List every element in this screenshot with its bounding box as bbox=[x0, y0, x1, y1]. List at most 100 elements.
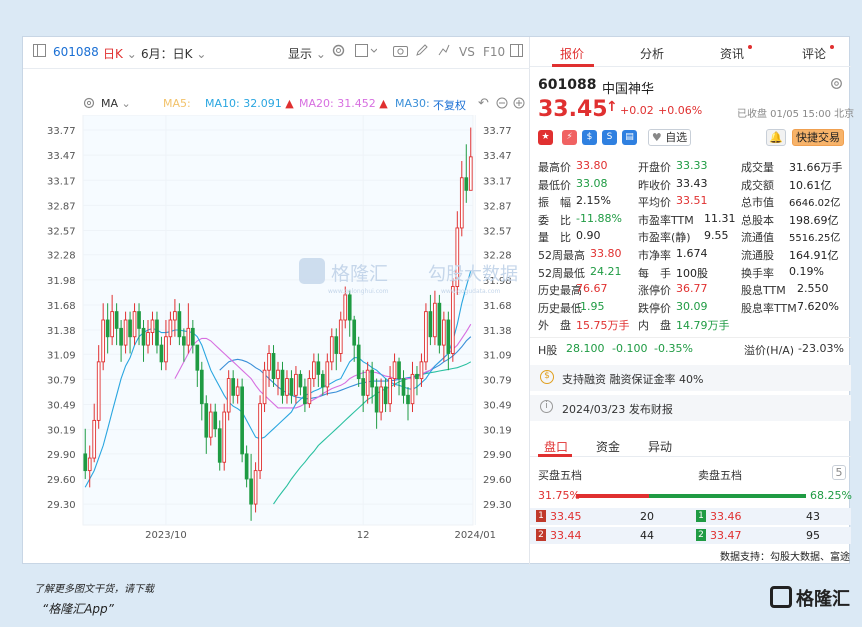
candle-body bbox=[392, 361, 397, 380]
quick-trade-button[interactable]: 快捷交易 bbox=[792, 129, 844, 146]
subtab-orderbook[interactable]: 盘口 bbox=[544, 438, 568, 455]
quote-field-value: 33.08 bbox=[576, 176, 608, 190]
quote-field-label: 股息TTM bbox=[741, 284, 786, 298]
quote-field-value: 0.19% bbox=[789, 264, 824, 278]
period-select[interactable]: 日K ⌄ bbox=[103, 45, 137, 62]
quote-field-label: 最低价 bbox=[538, 178, 571, 192]
quote-field-label: 跌停价 bbox=[638, 301, 671, 315]
candle-body bbox=[244, 453, 249, 480]
hshare-change: -0.100 bbox=[612, 342, 648, 355]
depth-sell-price: 33.46 bbox=[710, 510, 742, 523]
quote-field-value: 2.15% bbox=[576, 194, 611, 208]
add-watchlist-button[interactable]: ♥ 自选 bbox=[648, 129, 691, 146]
candle-body bbox=[307, 378, 312, 405]
zoom-in-icon[interactable] bbox=[513, 97, 525, 112]
candle-body bbox=[119, 327, 123, 346]
pencil-icon[interactable] bbox=[415, 43, 429, 60]
panel-toggle-icon[interactable] bbox=[510, 44, 523, 60]
chart-toolbar: 601088 日K ⌄ 6月：日K ⌄ 显示 ⌄ VS F10 bbox=[23, 37, 530, 69]
quote-field-value: 198.69亿 bbox=[789, 213, 839, 227]
zoom-out-icon[interactable] bbox=[496, 97, 508, 112]
compare-icon[interactable] bbox=[437, 43, 451, 60]
settings-gear-icon[interactable] bbox=[331, 43, 346, 61]
layout-box-icon[interactable] bbox=[355, 44, 378, 60]
f10-button[interactable]: F10 bbox=[483, 45, 505, 59]
subtab-funds[interactable]: 资金 bbox=[596, 438, 620, 455]
tab-quote[interactable]: 报价 bbox=[560, 45, 584, 62]
quote-field-label: 昨收价 bbox=[638, 178, 671, 192]
premium-label: 溢价(H/A) bbox=[744, 344, 795, 357]
camera-icon[interactable] bbox=[393, 44, 408, 60]
y-tick-label: 30.49 bbox=[47, 401, 76, 412]
chart-plot-area bbox=[82, 115, 474, 526]
buy-title: 买盘五档 bbox=[538, 469, 582, 482]
quote-field-label: 股息率TTM bbox=[741, 301, 797, 315]
quote-field-label: 流通值 bbox=[741, 231, 774, 245]
quote-field-label: 内 盘 bbox=[638, 319, 671, 333]
depth-buy-index: 2 bbox=[536, 529, 546, 541]
event-marker-icon: ◆ bbox=[136, 115, 142, 116]
settings-gear-icon[interactable] bbox=[830, 77, 843, 93]
ratio-bar bbox=[576, 494, 806, 498]
depth-level-button[interactable]: 5 bbox=[832, 465, 846, 480]
adjust-select[interactable]: 不复权 bbox=[433, 97, 466, 113]
sidebar-toggle-icon[interactable] bbox=[33, 44, 46, 60]
quote-field-label: 52周最高 bbox=[538, 249, 585, 262]
candle-body bbox=[320, 373, 325, 388]
range-select[interactable]: 6月：日K ⌄ bbox=[141, 45, 206, 62]
event-marker-icon: ◆ bbox=[150, 115, 156, 116]
candle-body bbox=[379, 386, 383, 413]
chart-settings-icon[interactable] bbox=[83, 97, 95, 112]
up-arrow-icon: ▲ bbox=[285, 97, 294, 110]
bell-icon[interactable]: 🔔 bbox=[766, 129, 786, 146]
candle-body bbox=[213, 411, 218, 430]
event-marker-icon: ◆ bbox=[100, 115, 106, 116]
current-price: 33.45 bbox=[538, 97, 608, 122]
x-tick-label: 2023/10 bbox=[145, 530, 187, 541]
candle-body bbox=[383, 386, 388, 405]
premium-value: -23.03% bbox=[798, 342, 844, 355]
candle-body bbox=[294, 373, 298, 396]
candle-body bbox=[217, 428, 222, 463]
candle-body bbox=[289, 378, 294, 396]
quote-field-value: -11.88% bbox=[576, 211, 622, 225]
ma-indicator-select[interactable]: MA ⌄ bbox=[101, 97, 131, 110]
display-menu[interactable]: 显示 ⌄ bbox=[288, 45, 326, 62]
y-tick-label: 29.60 bbox=[483, 475, 512, 486]
candle-body bbox=[101, 319, 106, 363]
up-arrow-icon: ↑ bbox=[606, 99, 618, 115]
candlestick-chart[interactable]: 33.77 33.47 33.17 32.87 32.57 32.28 31.98 31.68… bbox=[23, 115, 530, 565]
candle-body bbox=[343, 294, 348, 321]
candle-body bbox=[437, 302, 442, 346]
depth-sell-index: 2 bbox=[696, 529, 706, 541]
tab-analysis[interactable]: 分析 bbox=[640, 45, 664, 62]
quote-field-label: 委 比 bbox=[538, 213, 571, 227]
brand-name: 格隆汇 bbox=[796, 589, 850, 610]
footer-line1: 了解更多图文干货，请下载 bbox=[34, 584, 154, 595]
depth-sell-index: 1 bbox=[696, 510, 706, 522]
quote-field-value: 10.61亿 bbox=[789, 178, 832, 192]
event-marker-icon: ◆ bbox=[365, 115, 371, 116]
candle-body bbox=[334, 336, 339, 354]
candle-body bbox=[352, 319, 357, 346]
depth-buy-volume: 20 bbox=[640, 510, 654, 523]
quote-field-value: 33.80 bbox=[576, 159, 608, 172]
y-tick-label: 29.60 bbox=[47, 475, 76, 486]
quote-field-label: 成交额 bbox=[741, 178, 774, 192]
candle-body bbox=[424, 311, 428, 363]
depth-buy-index: 1 bbox=[536, 510, 546, 522]
undo-icon[interactable]: ↶ bbox=[478, 96, 489, 111]
subtab-movements[interactable]: 异动 bbox=[648, 438, 672, 455]
y-axis-left: 33.77 33.47 33.17 32.87 32.57 32.28 31.98 31.68… bbox=[47, 126, 76, 511]
quote-field-label: 开盘价 bbox=[638, 161, 671, 174]
ma10-legend: MA10: 32.091 ▲ bbox=[205, 97, 294, 110]
quote-field-value: 7.620% bbox=[797, 299, 839, 313]
depth-sell-volume: 95 bbox=[806, 529, 820, 542]
vs-button[interactable]: VS bbox=[459, 45, 475, 59]
candle-body bbox=[338, 319, 343, 354]
tab-news[interactable]: 资讯 bbox=[720, 45, 753, 62]
notification-dot bbox=[830, 45, 835, 49]
chart-panel: 601088 日K ⌄ 6月：日K ⌄ 显示 ⌄ VS F10 MA ⌄ MA5… bbox=[23, 37, 530, 565]
tab-comments-label: 评论 bbox=[802, 47, 827, 61]
tab-comments[interactable]: 评论 bbox=[802, 45, 835, 62]
